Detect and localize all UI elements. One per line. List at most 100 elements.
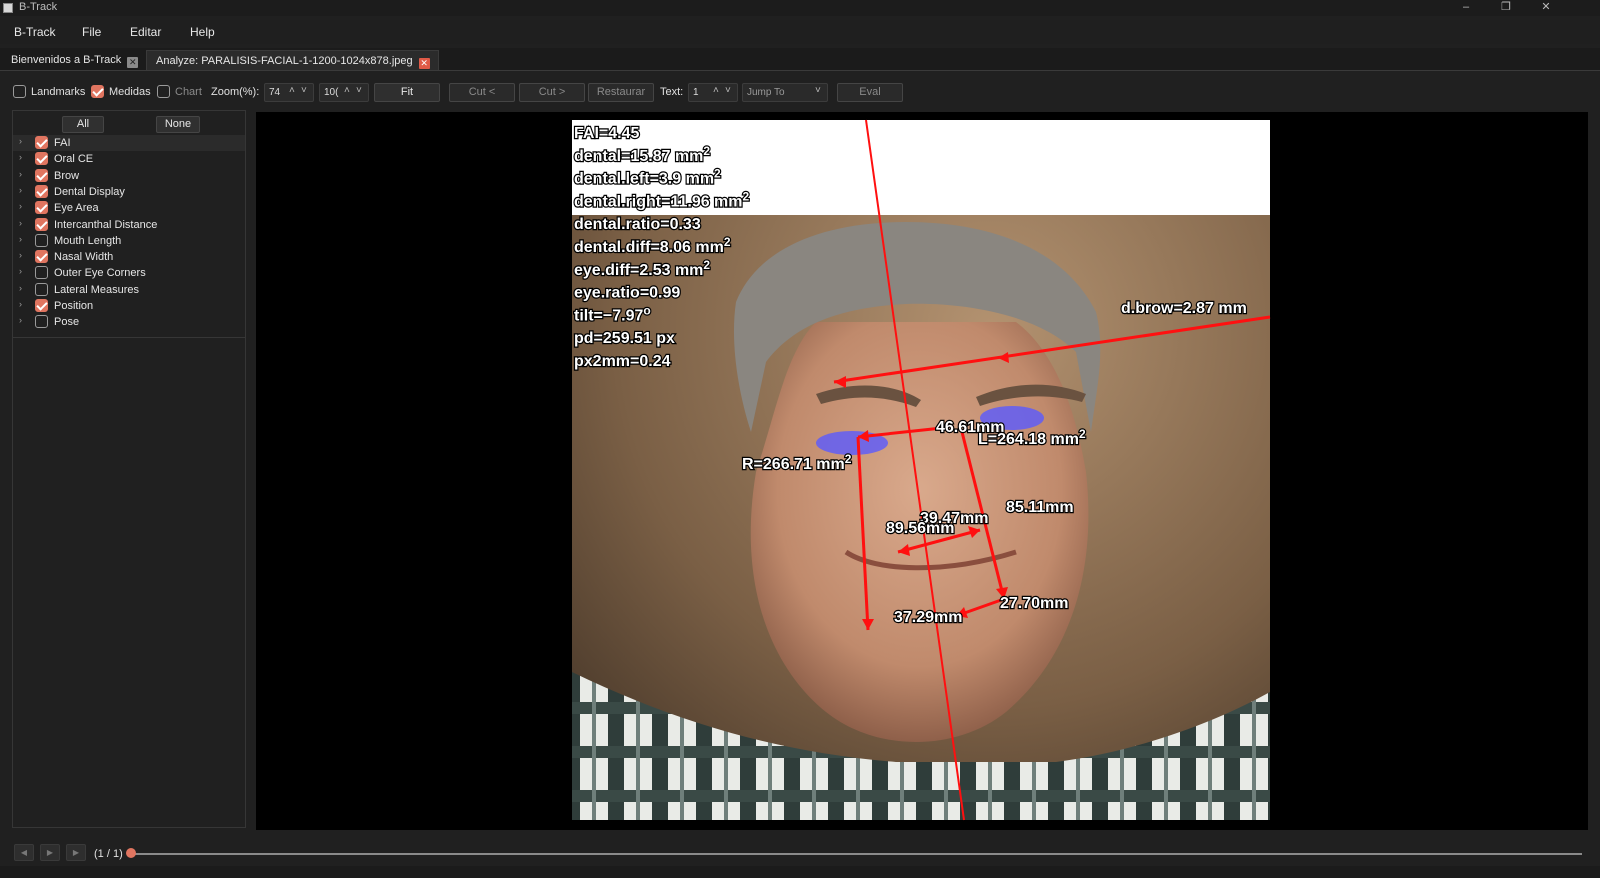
spin-down-icon[interactable]: ˅ [301, 85, 307, 96]
close-tab-icon[interactable]: ✕ [127, 57, 139, 68]
chevron-down-icon: ˅ [815, 85, 821, 96]
tree-item-label: Eye Area [54, 202, 99, 215]
expand-arrow-icon[interactable]: › [19, 169, 22, 179]
expand-arrow-icon[interactable]: › [19, 152, 22, 162]
right-eye-value: R=266.71 mm [742, 456, 845, 473]
tree-item-checkbox[interactable] [35, 250, 48, 264]
tree-item[interactable]: › Lateral Measures [13, 282, 245, 298]
right-vertical-label: 89.56mm [886, 520, 955, 537]
tree-item-checkbox[interactable] [35, 299, 48, 312]
expand-arrow-icon[interactable]: › [19, 283, 22, 293]
cut-prev-button[interactable]: Cut < [449, 83, 515, 102]
menu-help[interactable]: Help [190, 25, 215, 39]
tree-item[interactable]: › Intercanthal Distance [13, 217, 245, 233]
landmarks-checkbox[interactable] [13, 85, 26, 98]
tree-item-checkbox[interactable] [35, 184, 48, 198]
tree-item[interactable]: › Brow [13, 168, 245, 184]
tree-item-checkbox[interactable] [35, 168, 48, 182]
landmarks-label: Landmarks [31, 86, 86, 98]
select-all-button[interactable]: All [62, 116, 104, 133]
expand-arrow-icon[interactable]: › [19, 185, 22, 195]
d-brow-label: d.brow=2.87 mm [1121, 300, 1247, 317]
measures-sidebar: All None › FAI › Oral CE › Brow › Dental Displa… [12, 110, 246, 828]
tree-item-label: Position [54, 300, 94, 312]
next-frame-button[interactable]: ▶ [66, 844, 86, 861]
right-eye-area-label: R=266.71 mm2 [742, 452, 852, 473]
tree-item[interactable]: › Position [13, 298, 245, 314]
tree-item-checkbox[interactable] [35, 201, 48, 215]
tree-item-checkbox[interactable] [35, 282, 48, 296]
tree-item-checkbox[interactable] [35, 266, 48, 280]
select-none-button[interactable]: None [156, 116, 200, 133]
expand-arrow-icon[interactable]: › [19, 299, 22, 309]
tree-item-checkbox[interactable] [35, 315, 48, 329]
stat-line: tilt=−7.97 [574, 307, 643, 324]
spin-down-icon[interactable]: ˅ [725, 85, 731, 96]
tree-item-label: Intercanthal Distance [54, 218, 158, 231]
spin-up-icon[interactable]: ˄ [713, 85, 719, 96]
minimize-button[interactable]: – [1446, 0, 1486, 16]
restaurar-button[interactable]: Restaurar [588, 83, 654, 102]
expand-arrow-icon[interactable]: › [19, 218, 22, 228]
zoom-value: 74 [269, 87, 281, 98]
tree-item[interactable]: › Pose [13, 314, 245, 330]
expand-arrow-icon[interactable]: › [19, 201, 22, 211]
text-spinbox[interactable]: 1 ˄ ˅ [688, 83, 738, 102]
menu-file[interactable]: File [82, 25, 101, 39]
medidas-checkbox[interactable] [91, 85, 104, 98]
play-button[interactable]: ▶ [40, 844, 60, 861]
frame-slider-handle[interactable] [126, 848, 136, 858]
jump-to-dropdown[interactable]: Jump To ˅ [742, 83, 828, 102]
spin-up-icon[interactable]: ˄ [344, 85, 350, 96]
stat-line: dental.right=11.96 mm [574, 193, 743, 210]
tree-item[interactable]: › Outer Eye Corners [13, 265, 245, 281]
left-oral-label: 27.70mm [1000, 595, 1069, 612]
menu-bar: B-Track File Editar Help [0, 20, 1600, 44]
tree-item-label: Nasal Width [54, 251, 114, 264]
status-bar [0, 866, 1600, 878]
tree-item[interactable]: › Nasal Width [13, 249, 245, 265]
close-tab-icon[interactable]: ✕ [418, 58, 430, 69]
tab-label: Analyze: PARALISIS-FACIAL-1-1200-1024x87… [156, 55, 413, 67]
expand-arrow-icon[interactable]: › [19, 234, 22, 244]
right-oral-label: 37.29mm [894, 609, 963, 626]
tree-item[interactable]: › FAI [13, 135, 245, 151]
previous-frame-button[interactable]: ◀ [14, 844, 34, 861]
divider [13, 337, 245, 338]
spin-down-icon[interactable]: ˅ [356, 85, 362, 96]
expand-arrow-icon[interactable]: › [19, 250, 22, 260]
text-value: 1 [693, 87, 699, 98]
tree-item[interactable]: › Dental Display [13, 184, 245, 200]
fit-button[interactable]: Fit [374, 83, 440, 102]
right-eye-sup: 2 [845, 452, 852, 466]
chart-checkbox[interactable] [157, 85, 170, 98]
eval-button[interactable]: Eval [837, 83, 903, 102]
restore-button[interactable]: ❐ [1486, 0, 1526, 16]
image-viewer[interactable]: FAI=4.45 dental=15.87 mm2 dental.left=3.9 … [256, 112, 1588, 830]
spin-up-icon[interactable]: ˄ [289, 85, 295, 96]
stat-superscript: 2 [714, 167, 721, 181]
tree-item[interactable]: › Mouth Length [13, 233, 245, 249]
zoom-spinbox-2[interactable]: 10( ˄ ˅ [319, 83, 369, 102]
stat-superscript: 2 [724, 235, 731, 249]
frame-slider[interactable] [130, 853, 1582, 855]
stat-line: FAI=4.45 [574, 125, 639, 142]
tree-item[interactable]: › Oral CE [13, 151, 245, 167]
zoom-spinbox[interactable]: 74 ˄ ˅ [264, 83, 314, 102]
expand-arrow-icon[interactable]: › [19, 266, 22, 276]
tree-item-checkbox[interactable] [35, 152, 48, 166]
expand-arrow-icon[interactable]: › [19, 136, 22, 146]
tab-analyze[interactable]: Analyze: PARALISIS-FACIAL-1-1200-1024x87… [146, 50, 439, 70]
tree-item-checkbox[interactable] [35, 136, 48, 149]
tree-item[interactable]: › Eye Area [13, 200, 245, 216]
tab-welcome[interactable]: Bienvenidos a B-Track ✕ [2, 50, 147, 70]
tree-item-checkbox[interactable] [35, 233, 48, 247]
menu-b-track[interactable]: B-Track [14, 25, 56, 39]
zoom-value-2: 10( [324, 87, 339, 98]
tree-item-label: Lateral Measures [54, 283, 139, 296]
close-button[interactable]: ✕ [1526, 0, 1566, 16]
menu-editar[interactable]: Editar [130, 25, 161, 39]
cut-next-button[interactable]: Cut > [519, 83, 585, 102]
tree-item-checkbox[interactable] [35, 217, 48, 231]
expand-arrow-icon[interactable]: › [19, 315, 22, 325]
